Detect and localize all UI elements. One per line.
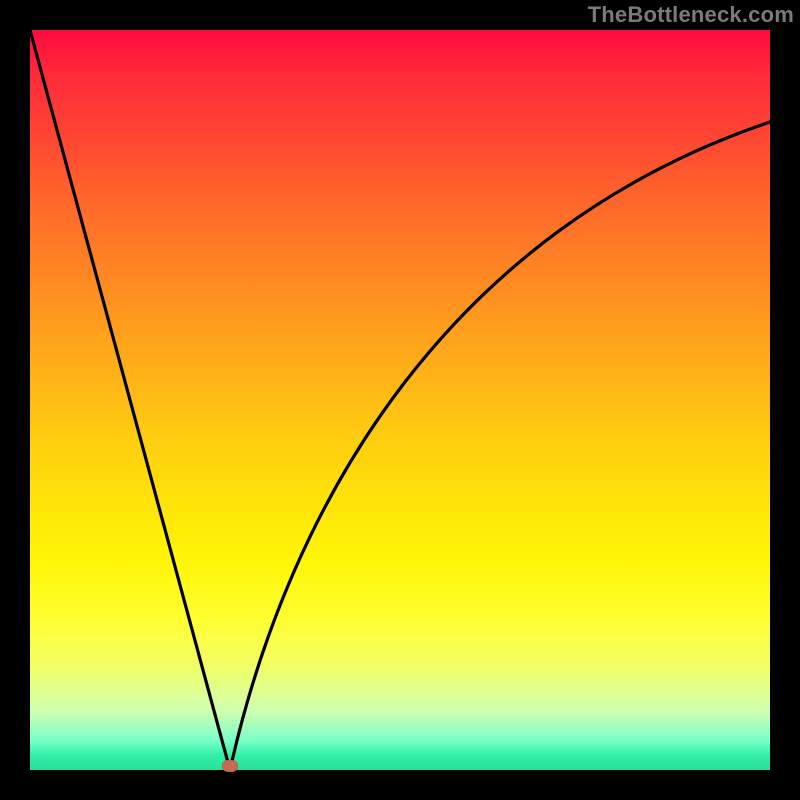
watermark-text: TheBottleneck.com	[588, 2, 794, 28]
plot-area	[30, 30, 770, 770]
curve-layer	[30, 30, 770, 770]
minimum-marker	[222, 760, 238, 772]
curve-right-branch	[230, 122, 770, 770]
curve-left-branch	[30, 30, 230, 770]
chart-frame: TheBottleneck.com	[0, 0, 800, 800]
